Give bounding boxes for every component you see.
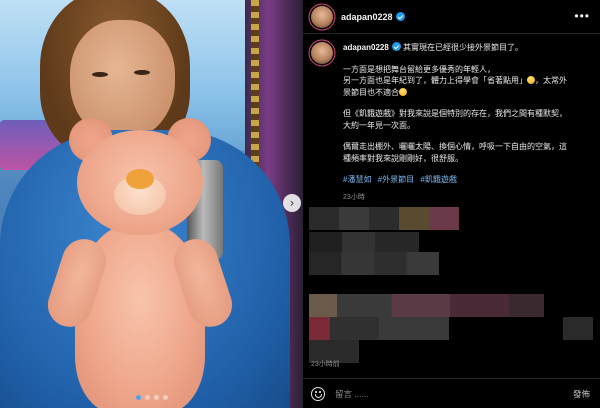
post-caption: adapan0228 其實現在已經很少接外景節目了。 一方面是想把舞台留給更多優… (311, 42, 595, 203)
caption-text: 大約一年見一次面。 (343, 120, 415, 130)
more-options-icon[interactable]: ••• (574, 9, 590, 23)
post-header: adapan0228 ••• (303, 0, 600, 34)
caption-row: adapan0228 其實現在已經很少接外景節目了。 一方面是想把舞台留給更多優… (311, 42, 595, 203)
header-username[interactable]: adapan0228 (341, 12, 393, 22)
instagram-post-modal: › adapan0228 ••• adapan0228 其實現在已經很少接外景節… (0, 0, 600, 408)
comment-input[interactable] (335, 388, 573, 399)
blurred-comment (309, 252, 439, 275)
blurred-comment (309, 294, 544, 317)
hashtag-link[interactable]: #飢餓遊戲 (420, 175, 456, 184)
next-arrow-icon[interactable]: › (283, 194, 301, 212)
carousel-dot[interactable] (135, 395, 141, 400)
comment-bar: 發佈 (303, 378, 600, 408)
blurred-comment (563, 317, 593, 340)
bear-snout (114, 169, 166, 215)
post-comment-button[interactable]: 發佈 (573, 388, 590, 400)
blurred-comment (309, 317, 449, 340)
post-timestamp: 23小時前 (311, 361, 340, 368)
caption-text: 但《飢餓遊戲》對我來說是個特別的存在，我們之間有種默契， (343, 109, 567, 118)
hashtag-link[interactable]: #外景節目 (378, 175, 414, 184)
bear-head (77, 130, 203, 235)
avatar[interactable] (311, 5, 333, 28)
photo-eye (134, 70, 150, 75)
caption-time: 23小時 (343, 193, 365, 201)
post-info-panel: adapan0228 ••• adapan0228 其實現在已經很少接外景節目了… (303, 0, 600, 408)
verified-badge-icon (391, 42, 401, 51)
teddy-bear (42, 118, 238, 408)
blurred-comment (309, 207, 459, 230)
caption-text: 一方面是想把舞台留給更多優秀的年輕人， (343, 64, 495, 74)
carousel-dots (0, 395, 303, 400)
carousel-dot[interactable] (144, 395, 150, 400)
verified-badge-icon (395, 12, 405, 21)
caption-avatar[interactable] (311, 42, 333, 64)
caption-text: 另一方面也是年紀到了，體力上得學會「省著點用」 (343, 76, 527, 85)
carousel-dot[interactable] (162, 395, 168, 400)
hashtag-link[interactable]: #潘慧如 (343, 175, 371, 184)
caption-first-line: 其實現在已經很少接外景節目了。 (403, 43, 524, 52)
caption-body: adapan0228 其實現在已經很少接外景節目了。 一方面是想把舞台留給更多優… (343, 42, 593, 203)
sparkle-emoji-icon (399, 87, 407, 96)
caption-paragraph-2: 一方面是想把舞台留給更多優秀的年輕人， 另一方面也是年紀到了，體力上得學會「省著… (343, 64, 593, 99)
caption-paragraph-4: 偶爾走出棚外、曬曬太陽、換個心情，呼吸一下自由的空氣，這 種頻率對我來說剛剛好，… (343, 141, 593, 164)
photo-eye (92, 72, 108, 77)
caption-text: 種頻率對我來說剛剛好，很舒服。 (343, 153, 463, 163)
bear-nose (126, 169, 154, 189)
hashtags: #潘慧如 #外景節目 #飢餓遊戲 (343, 174, 593, 186)
post-photo[interactable]: › (0, 0, 303, 408)
caption-text: 景節目也不適合 (343, 87, 399, 97)
caption-username[interactable]: adapan0228 (343, 43, 389, 52)
caption-text: ，太常外 (535, 76, 567, 85)
caption-paragraph-3: 但《飢餓遊戲》對我來說是個特別的存在，我們之間有種默契， 大約一年見一次面。 (343, 108, 593, 131)
emoji-icon[interactable] (311, 386, 325, 401)
carousel-dot[interactable] (153, 395, 159, 400)
sparkle-emoji-icon (527, 76, 535, 84)
caption-text: 偶爾走出棚外、曬曬太陽、換個心情，呼吸一下自由的空氣，這 (343, 142, 567, 151)
caption-first-paragraph: adapan0228 其實現在已經很少接外景節目了。 (343, 42, 593, 54)
